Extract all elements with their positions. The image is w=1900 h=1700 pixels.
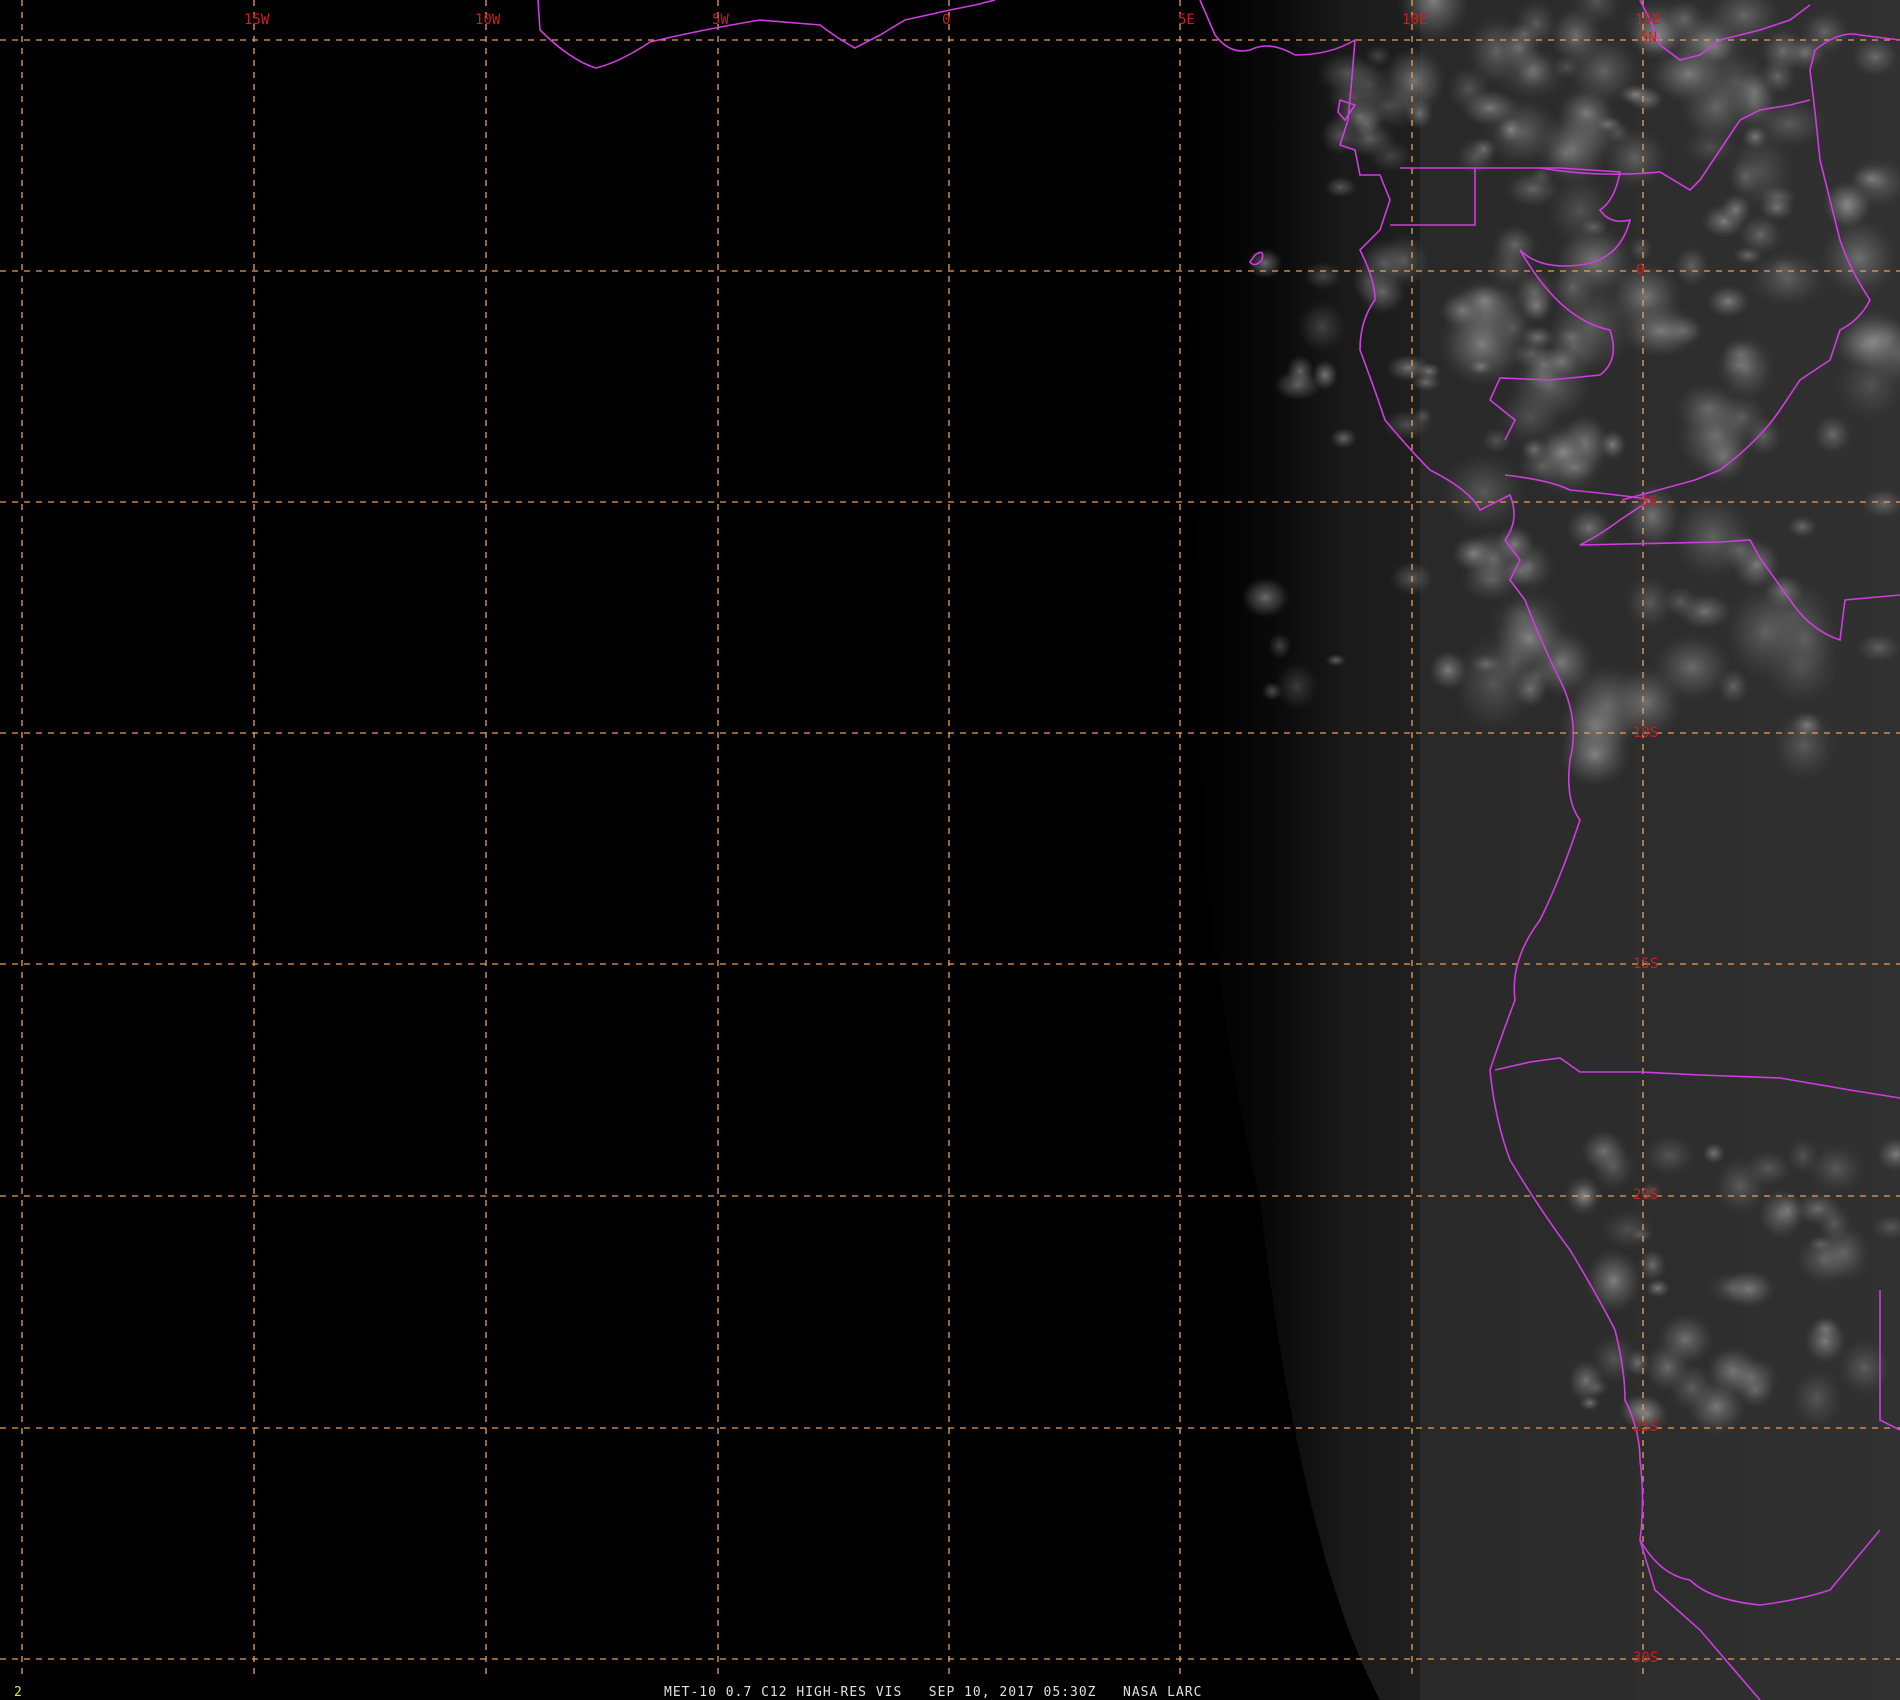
cloud-patch — [1296, 300, 1347, 354]
cloud-patch — [1760, 26, 1806, 76]
longitude-label: 0 — [942, 12, 950, 28]
longitude-label: 15E — [1635, 12, 1660, 28]
cloud-patch — [1451, 535, 1497, 572]
longitude-label: 15W — [244, 12, 270, 28]
cloud-patch — [1619, 303, 1702, 359]
cloud-patch — [1582, 1378, 1611, 1398]
cloud-patch — [1661, 584, 1699, 619]
cloud-patch — [1605, 121, 1632, 145]
cloud-patch — [1642, 1133, 1697, 1177]
cloud-patch — [1819, 217, 1899, 300]
latitude-label: 25S — [1633, 1419, 1658, 1435]
cloud-patch — [1508, 20, 1541, 47]
cloud-patch — [1705, 285, 1751, 319]
cloud-patch — [1790, 1367, 1843, 1430]
cloud-patch — [1323, 176, 1358, 199]
cloud-patch — [1329, 427, 1358, 449]
longitude-label: 10E — [1402, 12, 1427, 28]
frame-number: 2 — [14, 1685, 22, 1700]
cloud-patch — [1311, 359, 1339, 391]
cloud-patch — [1625, 1348, 1651, 1378]
cloud-patch — [1467, 357, 1494, 376]
satellite-map[interactable]: 15W 10W 5W 0 5E 10E 15E 5N 0 5S 10S 15S … — [0, 0, 1900, 1700]
latitude-label: 0 — [1636, 262, 1644, 278]
cloud-patch — [1811, 1316, 1840, 1342]
cloud-patch — [1552, 452, 1598, 484]
cloud-patch — [1656, 1312, 1715, 1367]
cloud-patch — [1651, 632, 1733, 702]
latitude-label: 20S — [1633, 1187, 1658, 1203]
latitude-label: 30S — [1633, 1650, 1658, 1666]
cloud-patch — [1702, 1142, 1726, 1165]
cloud-patch — [1241, 576, 1290, 619]
cloud-patch — [1378, 232, 1431, 289]
cloud-patch — [1555, 325, 1588, 350]
cloud-patch — [1644, 1278, 1671, 1299]
cloud-patch — [1673, 244, 1711, 288]
cloud-patch — [1274, 661, 1319, 711]
cloud-patch — [1496, 46, 1570, 102]
cloud-patch — [1748, 250, 1827, 308]
cloud-patch — [1493, 524, 1536, 565]
cloud-patch — [1463, 283, 1506, 318]
image-title-bar: MET-10 0.7 C12 HIGH-RES VIS SEP 10, 2017… — [664, 1685, 1202, 1700]
cloud-patch — [1856, 632, 1900, 663]
cloud-patch — [1786, 515, 1818, 539]
cloud-patch — [1744, 1149, 1793, 1187]
cloud-patch — [1541, 344, 1582, 379]
cloud-patch — [1428, 649, 1468, 691]
cloud-patch — [1718, 352, 1763, 380]
cloud-patch — [1565, 506, 1614, 550]
cloud-patch — [1673, 381, 1744, 435]
cloud-patch — [1799, 9, 1850, 55]
longitude-label: 10W — [475, 12, 501, 28]
cloud-patch — [1628, 235, 1654, 264]
cloud-patch — [1664, 0, 1706, 40]
cloud-patch — [1795, 1232, 1853, 1286]
cloud-patch — [1504, 170, 1562, 208]
cloud-patch — [1617, 83, 1654, 106]
cloud-patch — [1548, 261, 1597, 314]
cloud-patch — [1850, 35, 1900, 78]
longitude-label: 5W — [712, 12, 729, 28]
cloud-patch — [1302, 261, 1344, 291]
cloud-patch — [1485, 242, 1535, 291]
cloud-patch — [1351, 80, 1429, 131]
latitude-label: 5N — [1640, 30, 1657, 46]
cloud-patch — [1470, 136, 1498, 162]
cloud-patch — [1724, 584, 1807, 680]
cloud-patch — [1628, 1226, 1654, 1243]
latitude-label: 15S — [1633, 956, 1658, 972]
cloud-patch — [1518, 325, 1557, 350]
cloud-patch — [1496, 115, 1526, 145]
longitude-label: 5E — [1178, 12, 1195, 28]
cloud-patch — [1268, 632, 1292, 660]
cloud-patch — [1790, 711, 1825, 740]
cloud-patch — [1772, 1192, 1803, 1229]
cloud-patch — [1706, 1271, 1758, 1305]
latitude-label: 10S — [1633, 725, 1658, 741]
cloud-patch — [1812, 414, 1853, 455]
cloud-patch — [1649, 45, 1729, 104]
cloud-patch — [1546, 137, 1585, 169]
cloud-patch — [1584, 1247, 1643, 1315]
cloud-patch — [1485, 633, 1542, 691]
cloud-patch — [1808, 1143, 1865, 1194]
cloud-patch — [1480, 426, 1514, 455]
cloud-patch — [1734, 1371, 1777, 1409]
cloud-patch — [1385, 353, 1432, 382]
cloud-patch — [1758, 194, 1796, 222]
latitude-label: 5S — [1640, 494, 1657, 510]
cloud-patch — [1325, 653, 1347, 667]
